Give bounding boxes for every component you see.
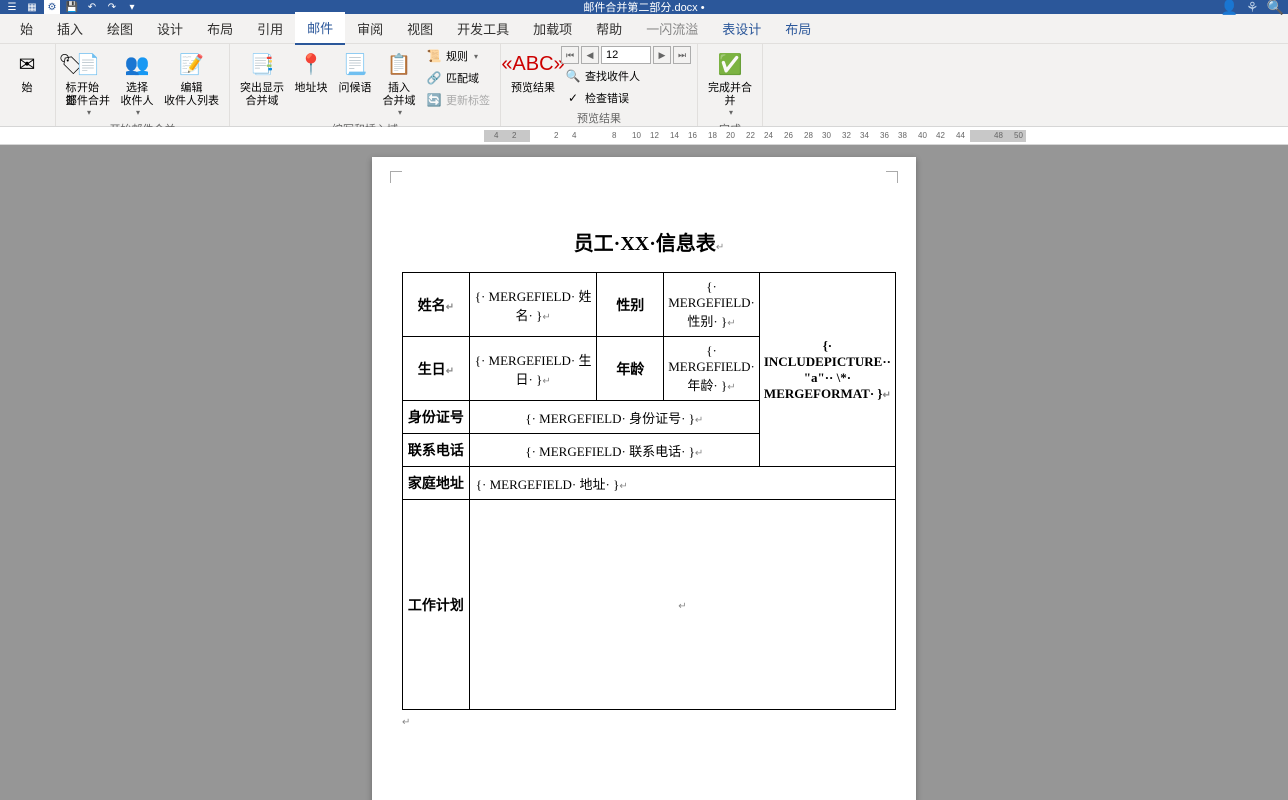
search-icon[interactable]: 🔍 xyxy=(1267,0,1284,16)
ribbon-rules[interactable]: 📜 规则 xyxy=(422,46,494,66)
label-workplan[interactable]: 工作计划 xyxy=(403,500,470,710)
horizontal-ruler[interactable]: 4224810121416182022242628303234363840424… xyxy=(0,127,1288,145)
menu-start[interactable]: 始 xyxy=(8,13,45,44)
menu-flowfast[interactable]: 一闪流溢 xyxy=(634,13,710,44)
nav-last[interactable]: ⏭ xyxy=(673,46,691,64)
qat-more-icon[interactable]: ▾ xyxy=(124,0,140,14)
paragraph-mark: ↵ xyxy=(402,717,410,728)
rules-icon: 📜 xyxy=(426,48,442,64)
ribbon-start-merge[interactable]: 📄 开始 邮件合并 xyxy=(62,46,114,119)
address-icon: 📍 xyxy=(295,48,327,80)
margin-corner-tr xyxy=(886,171,898,183)
table-row[interactable]: 工作计划 ↵ xyxy=(403,500,896,710)
qat-icon3[interactable]: ⚙ xyxy=(44,0,60,14)
highlight-icon: 📑 xyxy=(246,48,278,80)
field-phone[interactable]: {· MERGEFIELD· 联系电话· }↵ xyxy=(469,434,759,467)
label-name[interactable]: 姓名↵ xyxy=(403,273,470,337)
match-icon: 🔗 xyxy=(426,70,442,86)
finish-icon: ✅ xyxy=(714,48,746,80)
info-table[interactable]: 姓名↵ {· MERGEFIELD· 姓名· }↵ 性别 {· MERGEFIE… xyxy=(402,272,896,710)
field-birthday[interactable]: {· MERGEFIELD· 生日· }↵ xyxy=(469,337,597,401)
field-idcard[interactable]: {· MERGEFIELD· 身份证号· }↵ xyxy=(469,401,759,434)
nav-first[interactable]: ⏮ xyxy=(561,46,579,64)
document-title[interactable]: 员工·XX·信息表↵ xyxy=(402,227,896,256)
menu-layout[interactable]: 布局 xyxy=(195,13,245,44)
document-title: 邮件合并第二部分.docx • xyxy=(583,0,704,15)
menu-design[interactable]: 设计 xyxy=(145,13,195,44)
menu-layout2[interactable]: 布局 xyxy=(773,13,823,44)
label-address[interactable]: 家庭地址 xyxy=(403,467,470,500)
title-bar: ☰ ▦ ⚙ 💾 ↶ ↷ ▾ 邮件合并第二部分.docx • 👤 ⚘ 🔍 xyxy=(0,0,1288,14)
select-recipients-icon: 👥 xyxy=(121,48,153,80)
document-area[interactable]: 员工·XX·信息表↵ 姓名↵ {· MERGEFIELD· 姓名· }↵ 性别 … xyxy=(0,145,1288,800)
field-gender[interactable]: {· MERGEFIELD· 性别· }↵ xyxy=(664,273,760,337)
ribbon-check-errors[interactable]: ✓ 检查错误 xyxy=(561,88,691,108)
ribbon-edit-recipients[interactable]: 📝 编辑 收件人列表 xyxy=(160,46,223,110)
menu-mailings[interactable]: 邮件 xyxy=(295,12,345,45)
ribbon-match-fields[interactable]: 🔗 匹配域 xyxy=(422,68,494,88)
group-label-preview: 预览结果 xyxy=(507,108,691,128)
ribbon-preview[interactable]: «ABC» 预览结果 xyxy=(507,46,559,97)
margin-corner-tl xyxy=(390,171,402,183)
menu-addins[interactable]: 加载项 xyxy=(521,13,584,44)
table-row[interactable]: 姓名↵ {· MERGEFIELD· 姓名· }↵ 性别 {· MERGEFIE… xyxy=(403,273,896,337)
menu-help[interactable]: 帮助 xyxy=(584,13,634,44)
qat-icon1[interactable]: ☰ xyxy=(4,0,20,14)
nav-next[interactable]: ▶ xyxy=(653,46,671,64)
label-birthday[interactable]: 生日↵ xyxy=(403,337,470,401)
ribbon-select-recipients[interactable]: 👥 选择 收件人 xyxy=(116,46,158,119)
label-phone[interactable]: 联系电话 xyxy=(403,434,470,467)
ribbon-address-block[interactable]: 📍 地址块 xyxy=(290,46,332,97)
ribbon-find-recipient[interactable]: 🔍 查找收件人 xyxy=(561,66,691,86)
ribbon-update-labels[interactable]: 🔄 更新标签 xyxy=(422,90,494,110)
menu-bar: 始 插入 绘图 设计 布局 引用 邮件 审阅 视图 开发工具 加载项 帮助 一闪… xyxy=(0,14,1288,44)
page[interactable]: 员工·XX·信息表↵ 姓名↵ {· MERGEFIELD· 姓名· }↵ 性别 … xyxy=(372,157,916,800)
envelope-icon: ✉ xyxy=(11,48,43,80)
label-gender[interactable]: 性别 xyxy=(597,273,664,337)
preview-icon: «ABC» xyxy=(517,48,549,80)
record-number-input[interactable] xyxy=(601,46,651,64)
menu-review[interactable]: 审阅 xyxy=(345,13,395,44)
menu-tabledesign[interactable]: 表设计 xyxy=(710,13,773,44)
ribbon-finish[interactable]: ✅ 完成并合 并 xyxy=(704,46,756,119)
field-name[interactable]: {· MERGEFIELD· 姓名· }↵ xyxy=(469,273,597,337)
menu-view[interactable]: 视图 xyxy=(395,13,445,44)
edit-recipients-icon: 📝 xyxy=(176,48,208,80)
menu-developer[interactable]: 开发工具 xyxy=(445,13,521,44)
start-merge-icon: 📄 xyxy=(72,48,104,80)
table-row[interactable]: 家庭地址 {· MERGEFIELD· 地址· }↵ xyxy=(403,467,896,500)
ribbon: ✉ 始 🏷 标 签 📄 开始 邮件合并 👥 选择 收件人 📝 编辑 收件人列表 xyxy=(0,44,1288,127)
undo-icon[interactable]: ↶ xyxy=(84,0,100,14)
menu-draw[interactable]: 绘图 xyxy=(95,13,145,44)
menu-references[interactable]: 引用 xyxy=(245,13,295,44)
nav-prev[interactable]: ◀ xyxy=(581,46,599,64)
field-address[interactable]: {· MERGEFIELD· 地址· }↵ xyxy=(469,467,895,500)
field-workplan[interactable]: ↵ xyxy=(469,500,895,710)
user-icon[interactable]: 👤 xyxy=(1221,0,1238,16)
settings-icon[interactable]: ⚘ xyxy=(1246,0,1259,16)
check-icon: ✓ xyxy=(565,90,581,106)
label-idcard[interactable]: 身份证号 xyxy=(403,401,470,434)
field-age[interactable]: {· MERGEFIELD· 年龄· }↵ xyxy=(664,337,760,401)
update-icon: 🔄 xyxy=(426,92,442,108)
qat-icon2[interactable]: ▦ xyxy=(24,0,40,14)
menu-insert[interactable]: 插入 xyxy=(45,13,95,44)
field-picture[interactable]: {· INCLUDEPICTURE·· "a"·· \*· MERGEFORMA… xyxy=(759,273,895,467)
ribbon-insert-merge[interactable]: 📋 插入 合并域 xyxy=(378,46,420,119)
ribbon-highlight[interactable]: 📑 突出显示 合并域 xyxy=(236,46,288,110)
insert-merge-icon: 📋 xyxy=(383,48,415,80)
quick-access-toolbar: ☰ ▦ ⚙ 💾 ↶ ↷ ▾ xyxy=(4,0,140,14)
label-age[interactable]: 年龄 xyxy=(597,337,664,401)
greeting-icon: 📃 xyxy=(339,48,371,80)
ribbon-greeting[interactable]: 📃 问候语 xyxy=(334,46,376,97)
find-icon: 🔍 xyxy=(565,68,581,84)
ribbon-envelopes[interactable]: ✉ 始 xyxy=(6,46,48,97)
redo-icon[interactable]: ↷ xyxy=(104,0,120,14)
save-icon[interactable]: 💾 xyxy=(64,0,80,14)
